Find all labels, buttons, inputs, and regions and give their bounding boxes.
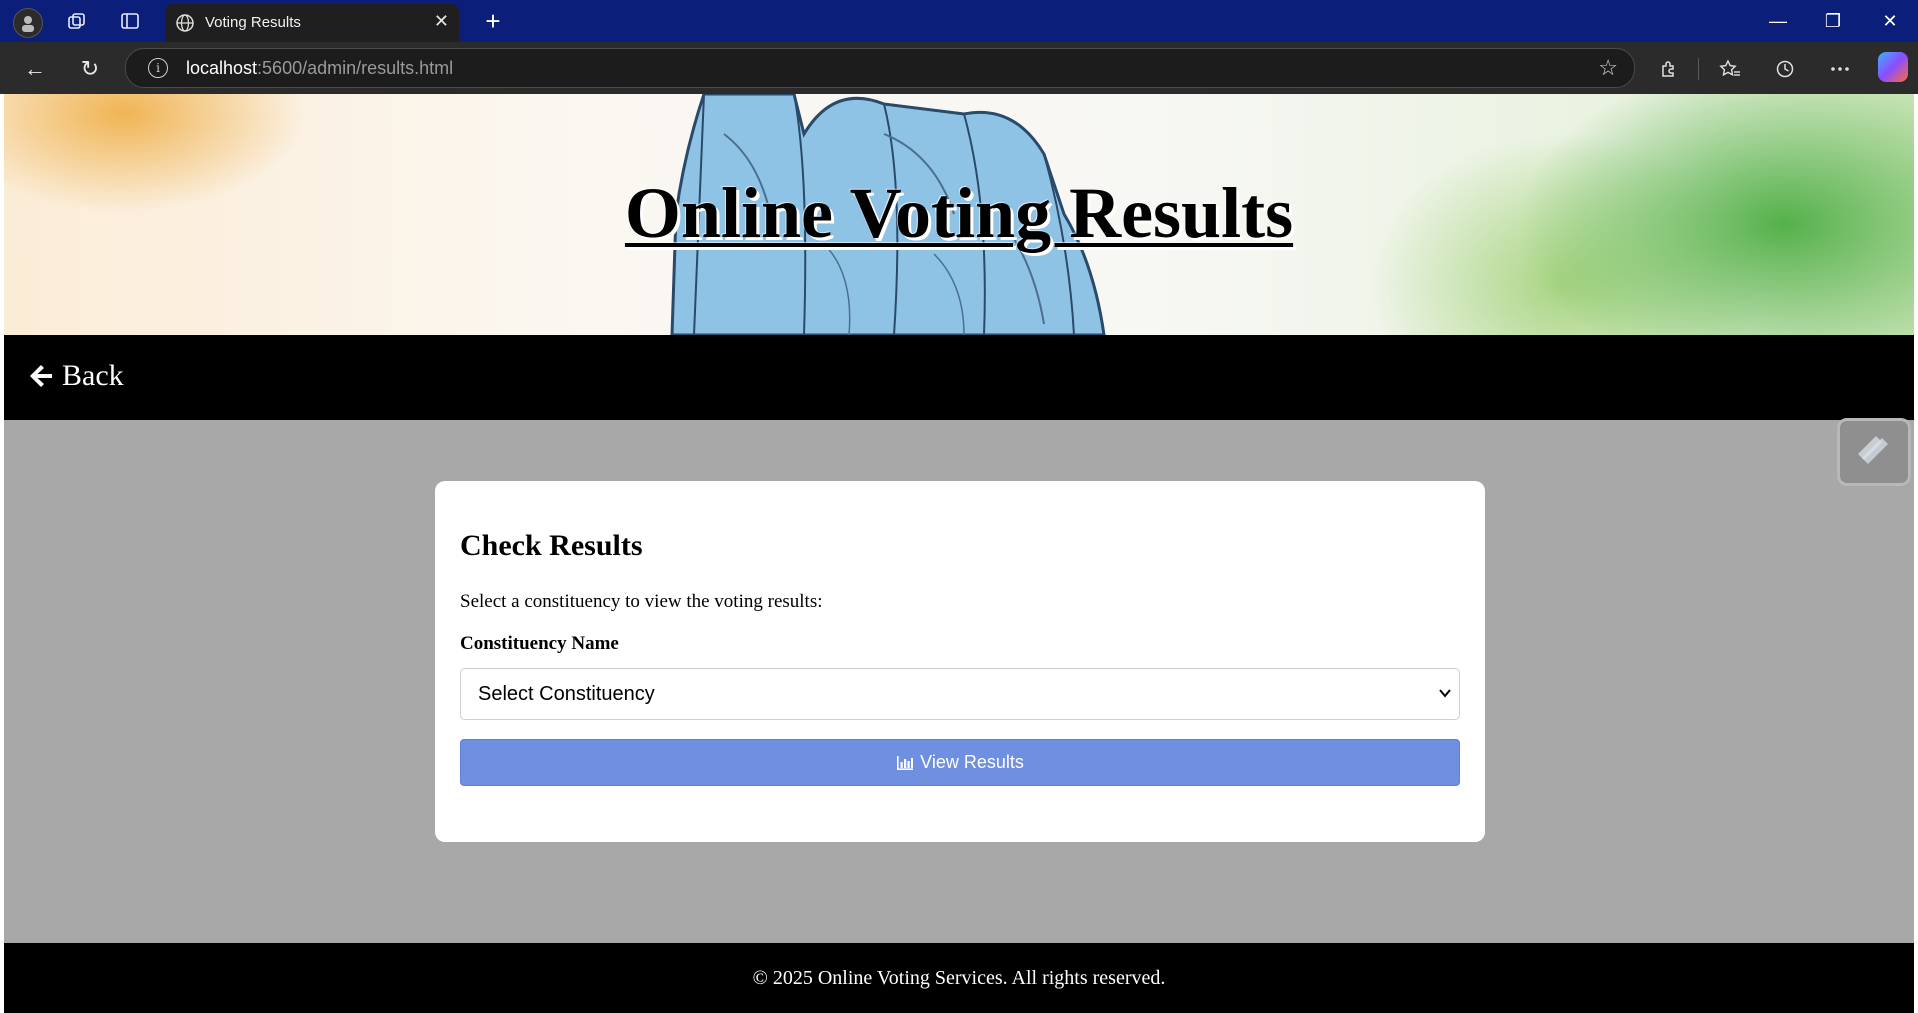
restore-button[interactable]: ❐ bbox=[1811, 8, 1855, 34]
constituency-label: Constituency Name bbox=[460, 633, 619, 654]
globe-icon bbox=[176, 14, 194, 32]
constituency-select-value: Select Constituency bbox=[478, 683, 655, 705]
view-results-label: View Results bbox=[920, 752, 1024, 772]
minimize-button[interactable]: — bbox=[1756, 8, 1800, 34]
favorites-icon[interactable] bbox=[1714, 53, 1746, 85]
history-icon[interactable] bbox=[1769, 53, 1801, 85]
tab-title: Voting Results bbox=[205, 14, 301, 31]
copilot-icon[interactable] bbox=[1878, 52, 1908, 82]
bar-chart-icon bbox=[897, 755, 914, 770]
back-link[interactable]: Back bbox=[28, 359, 124, 393]
browser-toolbar: ← ↻ i localhost:5600/admin/results.html … bbox=[0, 42, 1918, 94]
arrow-left-icon bbox=[30, 365, 52, 387]
page-footer: © 2025 Online Voting Services. All right… bbox=[4, 943, 1914, 1013]
toolbar-divider bbox=[1698, 58, 1699, 80]
close-window-button[interactable]: ✕ bbox=[1868, 8, 1912, 34]
page-viewport: Online Voting Results Back Check Results… bbox=[4, 94, 1914, 1013]
address-url[interactable]: localhost:5600/admin/results.html bbox=[186, 58, 453, 79]
chevron-down-icon bbox=[1439, 689, 1451, 698]
header-banner: Online Voting Results bbox=[4, 94, 1914, 335]
card-description: Select a constituency to view the voting… bbox=[460, 591, 823, 612]
more-icon[interactable] bbox=[1824, 53, 1856, 85]
view-results-button[interactable]: View Results bbox=[460, 739, 1460, 786]
back-nav-button[interactable]: ← bbox=[20, 54, 50, 84]
constituency-select[interactable]: Select Constituency bbox=[460, 668, 1460, 720]
person-icon bbox=[22, 16, 34, 32]
card-title: Check Results bbox=[460, 529, 643, 562]
tab-actions-icon[interactable] bbox=[117, 9, 143, 33]
close-tab-icon[interactable]: ✕ bbox=[434, 11, 449, 32]
slash-logo-icon bbox=[1858, 436, 1888, 464]
workspaces-icon[interactable] bbox=[64, 9, 90, 33]
reload-button[interactable]: ↻ bbox=[75, 54, 105, 84]
new-tab-button[interactable]: + bbox=[478, 6, 508, 36]
address-bar[interactable]: i localhost:5600/admin/results.html ☆ bbox=[125, 48, 1635, 88]
floating-extension-widget[interactable] bbox=[1837, 418, 1911, 486]
favorite-star-icon[interactable]: ☆ bbox=[1598, 55, 1618, 81]
page-title: Online Voting Results bbox=[624, 173, 1294, 253]
top-navbar: Back bbox=[4, 335, 1914, 420]
profile-avatar[interactable] bbox=[13, 8, 43, 38]
browser-titlebar: Voting Results ✕ + — ❐ ✕ bbox=[0, 0, 1918, 42]
footer-copyright: © 2025 Online Voting Services. All right… bbox=[752, 966, 1166, 989]
back-label: Back bbox=[62, 359, 124, 392]
site-info-icon[interactable]: i bbox=[148, 58, 168, 78]
tab-voting-results[interactable]: Voting Results ✕ bbox=[165, 4, 459, 42]
check-results-card: Check Results Select a constituency to v… bbox=[435, 481, 1485, 842]
extensions-icon[interactable] bbox=[1653, 53, 1685, 85]
